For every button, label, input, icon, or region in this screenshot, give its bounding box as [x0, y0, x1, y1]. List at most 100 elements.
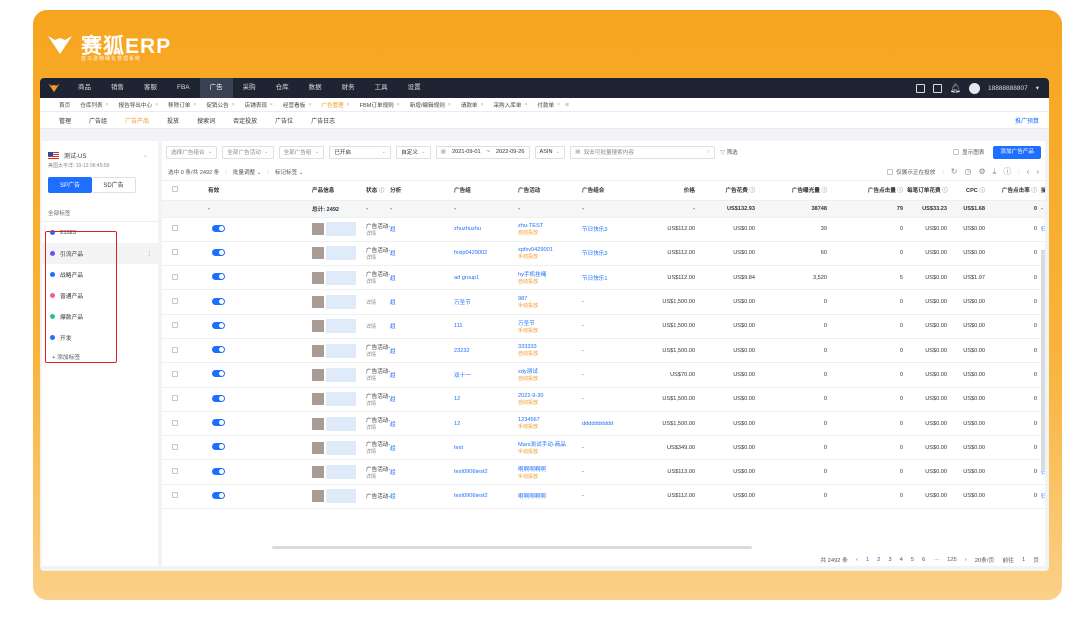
product-info[interactable] — [312, 459, 366, 485]
close-icon[interactable]: × — [270, 102, 273, 108]
help-icon[interactable]: ⓘ — [1003, 166, 1011, 177]
analysis-link[interactable]: 趋 — [390, 411, 454, 437]
ad-group-link[interactable]: 111 — [454, 314, 518, 339]
page-number[interactable]: 5 — [911, 557, 914, 563]
subnav-item[interactable]: 广告位 — [266, 116, 302, 125]
only-running-toggle[interactable]: 仅展示正在投放 — [887, 168, 935, 176]
page-tab[interactable]: 广告管理 × — [316, 101, 354, 109]
portfolio-cell[interactable]: 节日快乐3 — [582, 241, 642, 267]
help-icon[interactable]: ⓘ — [978, 188, 985, 194]
row-checkbox[interactable] — [172, 241, 208, 267]
analysis-link[interactable]: 趋 — [390, 387, 454, 412]
product-info[interactable] — [312, 289, 366, 315]
page-tab[interactable]: FBM订单规则 × — [355, 101, 405, 109]
row-checkbox[interactable] — [172, 362, 208, 388]
detail-link[interactable]: 详情 — [366, 299, 390, 306]
ad-group-link[interactable]: zhuzhuzhu — [454, 217, 518, 242]
row-checkbox[interactable] — [172, 484, 208, 510]
active-toggle[interactable] — [212, 273, 225, 281]
ad-group-link[interactable]: 万圣节 — [454, 289, 518, 315]
page-tab[interactable]: 经营看板 × — [278, 101, 316, 109]
analysis-link[interactable]: 趋 — [390, 338, 454, 364]
portfolio-cell[interactable]: 节日快乐3 — [582, 217, 642, 242]
date-range-picker[interactable]: ▦ 2021-09-01 ~2022-09-26 — [435, 145, 530, 159]
subnav-item[interactable]: 广告日志 — [302, 116, 344, 125]
subnav-item[interactable]: 管理 — [50, 116, 80, 125]
analysis-link[interactable]: 趋 — [390, 289, 454, 315]
topnav-item[interactable]: FBA — [167, 78, 200, 98]
checkbox[interactable] — [172, 322, 178, 329]
bell-icon[interactable]: 🔔︎ — [950, 83, 961, 94]
add-ad-product-button[interactable]: 添加广告产品 — [993, 145, 1041, 159]
chevron-left-icon[interactable]: ‹ — [856, 557, 858, 563]
page-tab[interactable]: 首页 — [54, 101, 75, 109]
ad-group-link[interactable]: 23232 — [454, 338, 518, 364]
help-icon[interactable]: ⓘ — [748, 188, 755, 194]
ad-group-link[interactable]: 双十一 — [454, 362, 518, 388]
asin-select[interactable]: ASIN ⌄ — [534, 145, 566, 159]
page-tab[interactable]: 仓库列表 × — [75, 101, 113, 109]
product-info[interactable] — [312, 435, 366, 461]
product-info[interactable] — [312, 217, 366, 242]
active-toggle[interactable] — [212, 248, 225, 256]
checkbox[interactable] — [172, 186, 178, 193]
batch-adjust-button[interactable]: 批量调整 ⌄ — [233, 168, 262, 176]
product-info[interactable] — [312, 338, 366, 364]
topnav-item[interactable]: 销售 — [101, 78, 134, 98]
row-checkbox[interactable] — [172, 411, 208, 437]
page-number[interactable]: 1 — [866, 557, 869, 563]
campaign-link[interactable]: 2022-9-30 — [518, 393, 544, 399]
checkbox[interactable] — [172, 346, 178, 353]
topnav-item[interactable]: 采购 — [233, 78, 266, 98]
product-info[interactable] — [312, 362, 366, 388]
page-tab[interactable]: 新增/编辑规则 × — [405, 101, 456, 109]
close-icon[interactable]: × — [557, 102, 560, 108]
help-icon[interactable]: ⓘ — [377, 188, 385, 194]
topnav-item[interactable]: 仓库 — [266, 78, 299, 98]
portfolio-filter[interactable]: 选择广告组合 ⌄ — [166, 145, 218, 159]
analysis-link[interactable]: 趋 — [390, 362, 454, 388]
page-tab[interactable]: 请款单 × — [456, 101, 489, 109]
show-chart-toggle[interactable]: 显示图表 — [953, 148, 984, 156]
row-checkbox[interactable] — [172, 314, 208, 339]
ad-group-link[interactable]: 12 — [454, 387, 518, 412]
ad-group-link[interactable]: test0906test2 — [454, 484, 518, 510]
chevron-right-icon[interactable]: › — [965, 557, 967, 563]
help-icon[interactable]: ⓘ — [941, 188, 948, 194]
active-toggle[interactable] — [212, 443, 225, 451]
checkbox[interactable] — [172, 395, 178, 402]
product-info[interactable] — [312, 484, 366, 510]
promotion-budget-link[interactable]: 推广预算 — [1015, 116, 1039, 125]
campaign-link[interactable]: 啊啊啊啊啊 — [518, 494, 546, 500]
topnav-item[interactable]: 商品 — [68, 78, 101, 98]
topnav-item[interactable]: 工具 — [365, 78, 398, 98]
topnav-item[interactable]: 设置 — [398, 78, 431, 98]
help-icon[interactable]: ⓘ — [896, 188, 903, 194]
portfolio-cell[interactable]: - — [582, 338, 642, 364]
ad-group-link[interactable]: test0906test2 — [454, 459, 518, 485]
sp-ad-tab[interactable]: SP广告 — [48, 177, 92, 193]
ad-group-link[interactable]: 12 — [454, 411, 518, 437]
campaign-link[interactable]: zhu-TEST — [518, 223, 543, 229]
subnav-item[interactable]: 否定投放 — [224, 116, 266, 125]
page-tab[interactable]: 促销公告 × — [201, 101, 239, 109]
checkbox[interactable] — [172, 273, 178, 280]
row-checkbox[interactable] — [172, 435, 208, 461]
active-toggle[interactable] — [212, 224, 225, 232]
active-toggle[interactable] — [212, 419, 225, 427]
all-tags-header[interactable]: 全部标签 — [42, 205, 158, 222]
close-icon[interactable]: × — [193, 102, 196, 108]
status-filter[interactable]: 已开启 ⌄ — [329, 145, 392, 159]
horizontal-scrollbar[interactable] — [272, 546, 752, 549]
page-tab[interactable]: 店铺表现 × — [240, 101, 278, 109]
checkbox[interactable] — [172, 443, 178, 450]
analysis-link[interactable]: 趋 — [390, 241, 454, 267]
checkbox[interactable] — [172, 468, 178, 475]
active-toggle[interactable] — [212, 467, 225, 475]
close-icon[interactable]: × — [481, 102, 484, 108]
page-number[interactable]: 6 — [922, 557, 925, 563]
page-tab[interactable]: 采购入库单 × — [488, 101, 532, 109]
campaign-filter[interactable]: 全部广告活动 ⌄ — [222, 145, 274, 159]
page-number[interactable]: ··· — [933, 557, 939, 563]
analysis-link[interactable]: 趋 — [390, 484, 454, 510]
